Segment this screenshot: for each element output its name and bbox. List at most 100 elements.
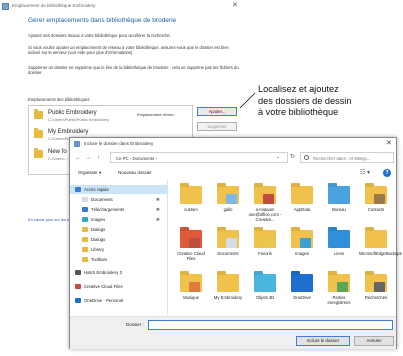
include-folder-button[interactable]: Inclure le dossier	[296, 336, 350, 346]
folder-name: custom	[184, 207, 198, 212]
folder-badge-icon	[374, 194, 385, 204]
folder-badge-icon	[374, 282, 385, 292]
folder-icon	[75, 270, 81, 275]
callout-line-1: Localisez et ajoutez	[258, 84, 339, 94]
dialog-title: Inclure le dossier dans Embroidery	[84, 141, 154, 146]
folder-item[interactable]: Favoris	[248, 230, 282, 274]
sidebar-item-label: Creative Cloud Files	[84, 284, 123, 289]
folder-icon	[328, 230, 350, 248]
folder-icon	[82, 237, 88, 242]
folder-name: Creative Cloud Files	[177, 251, 205, 261]
folder-item[interactable]: custom	[174, 186, 208, 230]
sidebar-item[interactable]: Hatch Embroidery 3	[70, 268, 168, 277]
folder-input[interactable]	[148, 320, 393, 330]
folder-name: Favoris	[258, 251, 272, 256]
folder-label: Dossier :	[126, 322, 144, 327]
up-arrow-icon[interactable]: ↑	[97, 154, 100, 162]
folder-name: MicrosoftEdgeBackups	[359, 251, 402, 256]
forward-arrow-icon[interactable]: →	[85, 154, 91, 162]
cancel-button[interactable]: Annuler	[354, 336, 394, 346]
help-icon[interactable]: ?	[383, 169, 391, 177]
folder-icon	[75, 187, 81, 192]
dialog-footer: Dossier : Inclure le dossier Annuler	[70, 316, 396, 349]
sidebar-item[interactable]: Creative Cloud Files	[70, 282, 168, 291]
folder-item[interactable]: Documents	[211, 230, 245, 274]
folder-item[interactable]: Bureau	[322, 186, 356, 230]
section-label: Emplacements des bibliothèques	[28, 97, 90, 102]
folder-badge-icon	[189, 238, 200, 248]
callout-annotation: Localisez et ajoutez des dossiers de des…	[258, 84, 398, 119]
folder-item[interactable]: My Embroidery	[211, 274, 245, 318]
close-icon[interactable]: ✕	[232, 1, 238, 11]
folder-name: Liens	[333, 251, 344, 256]
search-placeholder: Rechercher dans : AI Mistyp...	[313, 156, 371, 161]
location-name: Public Embroidery	[48, 110, 97, 116]
folder-item[interactable]: Images	[285, 230, 319, 274]
title-bar: Inclure le dossier dans Embroidery ✕	[70, 138, 396, 150]
remove-button[interactable]: Supprimer	[197, 122, 237, 131]
sidebar-item[interactable]: Images ✱	[70, 215, 168, 224]
toolbar: Organiser ▾ Nouveau dossier ☷ ▾ ?	[70, 167, 396, 179]
folder-badge-icon	[226, 194, 237, 204]
folder-icon	[82, 257, 88, 262]
app-icon	[2, 3, 9, 10]
folder-item[interactable]: Musique	[174, 274, 208, 318]
sidebar-item[interactable]: Téléchargements ✱	[70, 205, 168, 214]
sidebar-item[interactable]: OneDrive - Personal	[70, 296, 168, 305]
folder-badge-icon	[263, 238, 274, 248]
sidebar-item[interactable]: Accès rapide	[70, 185, 168, 194]
folder-icon	[82, 227, 88, 232]
sidebar-item[interactable]: Dialogs	[70, 235, 168, 244]
view-options-icon[interactable]: ☷ ▾	[360, 169, 370, 176]
folder-name: Parties enregistrées	[327, 295, 351, 305]
list-item[interactable]: Public Embroidery C:\Users\Public\Public…	[29, 108, 192, 125]
sidebar-item-label: OneDrive - Personal	[84, 298, 123, 303]
folder-badge-icon	[263, 194, 274, 204]
folder-item[interactable]: Parties enregistrées	[322, 274, 356, 318]
folder-name: Bureau	[332, 207, 346, 212]
address-bar[interactable]: Ce PC › Documents › ⌄	[110, 152, 288, 163]
search-input[interactable]: Rechercher dans : AI Mistyp...	[300, 152, 394, 163]
close-icon[interactable]: ✕	[386, 138, 392, 149]
sidebar-item[interactable]: Toolbars	[70, 255, 168, 264]
sidebar-item-label: Téléchargements	[91, 207, 125, 212]
sidebar-item[interactable]: Library	[70, 245, 168, 254]
sidebar-item-label: Toolbars	[91, 257, 108, 262]
refresh-icon[interactable]: ↻	[290, 153, 295, 160]
organize-menu[interactable]: Organiser ▾	[78, 170, 101, 176]
help-link[interactable]: En savoir plus sur les b...	[28, 217, 73, 222]
folder-item[interactable]: Recherches	[359, 274, 393, 318]
sidebar-item-label: Library	[91, 247, 105, 252]
location-path: C:\Users\...	[48, 156, 69, 161]
folder-name: Musique	[183, 295, 199, 300]
info-text-local: Ajoutez des dossiers locaux à votre bibl…	[28, 33, 171, 38]
sidebar-item[interactable]: Dialogs	[70, 225, 168, 234]
folder-icon	[365, 230, 387, 248]
folder-item[interactable]: MicrosoftEdgeBackups	[359, 230, 402, 274]
sidebar-item-label: Dialogs	[91, 237, 106, 242]
folder-name: gallo	[223, 207, 233, 212]
folder-icon	[328, 186, 350, 204]
callout-line-2: des dossiers de dessin	[258, 95, 352, 106]
folder-icon	[75, 284, 81, 289]
chevron-down-icon[interactable]: ⌄	[276, 154, 280, 160]
sidebar-item[interactable]: Documents ✱	[70, 195, 168, 204]
folder-name: OneDrive	[293, 295, 311, 300]
folder-icon	[34, 148, 43, 158]
folder-item[interactable]: Liens	[322, 230, 356, 274]
folder-item[interactable]: Creative Cloud Files	[174, 230, 208, 274]
search-icon	[304, 155, 309, 160]
folder-item[interactable]: Contacts	[359, 186, 393, 230]
folder-icon	[75, 298, 81, 303]
folder-item[interactable]: Objets 3D	[248, 274, 282, 318]
new-folder-button[interactable]: Nouveau dossier	[118, 170, 152, 175]
sidebar-item-label: Dialogs	[91, 227, 106, 232]
folder-item[interactable]: OneDrive	[285, 274, 319, 318]
folder-item[interactable]: gallo	[211, 186, 245, 230]
folder-item[interactable]: AppData	[285, 186, 319, 230]
folder-item[interactable]: a-mataum one@office.com - Creative...	[248, 186, 282, 230]
folder-badge-icon	[189, 282, 200, 292]
add-button[interactable]: Ajouter...	[197, 107, 237, 116]
back-arrow-icon[interactable]: ←	[75, 154, 81, 162]
folder-name: a-mataum one@office.com - Creative...	[248, 207, 282, 222]
